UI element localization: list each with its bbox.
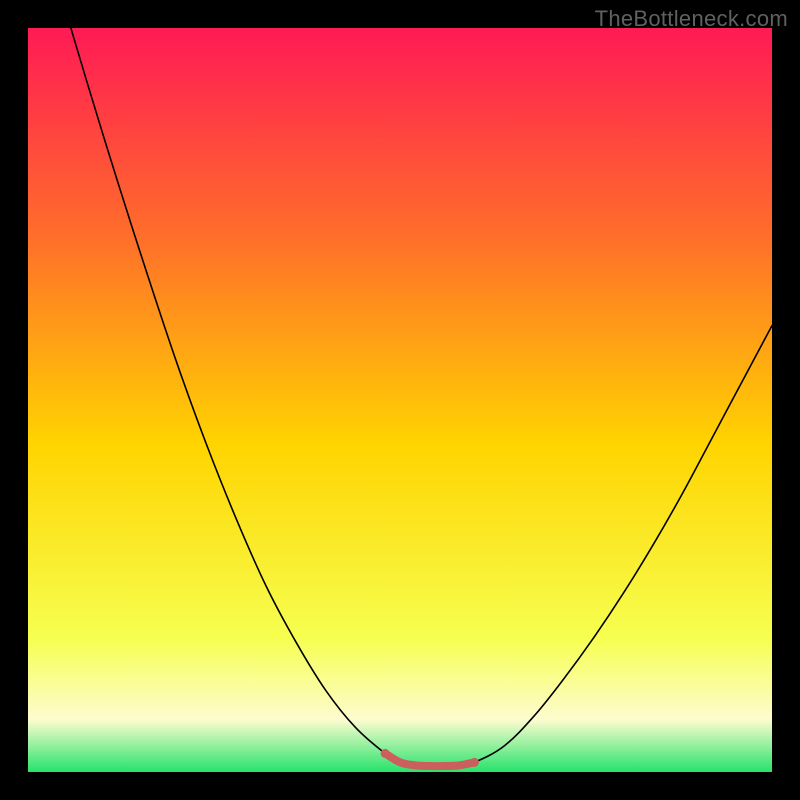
chart-stage: TheBottleneck.com	[0, 0, 800, 800]
gradient-background	[28, 28, 772, 772]
min-region-dot-left	[381, 749, 390, 758]
min-region-dot-right	[470, 758, 479, 767]
plot-area	[28, 28, 772, 772]
chart-svg	[28, 28, 772, 772]
watermark-text: TheBottleneck.com	[595, 6, 788, 32]
